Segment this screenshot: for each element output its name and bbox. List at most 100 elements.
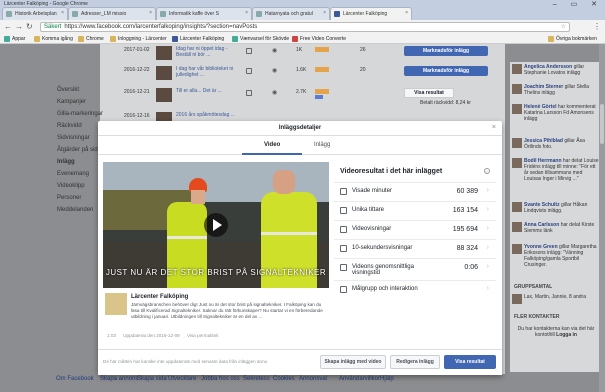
- dialog-title: Inläggsdetaljer: [98, 121, 502, 136]
- activity-sidebar: Angelica Andersson gillar Stephanie Lova…: [510, 62, 602, 372]
- login-link[interactable]: Logga in: [556, 332, 577, 338]
- close-icon[interactable]: ×: [405, 10, 408, 16]
- info-icon[interactable]: i: [484, 168, 490, 174]
- tab-5-active[interactable]: Lärcenter Falköping ×: [330, 7, 412, 20]
- post-title[interactable]: 2016 års spåkmötesdag ...: [176, 112, 236, 118]
- close-icon[interactable]: ×: [245, 10, 248, 16]
- promote-post-button[interactable]: Marknadsför inlägg: [404, 46, 488, 56]
- video-stats-panel: Videoresultat i det här inlägget i Visad…: [334, 162, 496, 300]
- avatar: [512, 294, 522, 304]
- bookmark-vaervarsel[interactable]: Vænvarsel för Skövde: [232, 36, 289, 42]
- video-duration: 1:03: [107, 333, 116, 338]
- tab-2[interactable]: Adresser_LM missio ×: [68, 7, 156, 20]
- stat-videovisningar[interactable]: Videovisningar 195 694 ›: [334, 220, 496, 239]
- post-meta: 1:03 Uppdaterat den 2016-12-09 Visa perm…: [107, 333, 225, 338]
- bookmark-inloggning[interactable]: Inloggning - Lärcenter: [110, 36, 167, 42]
- activity-item[interactable]: Helenè Görtel har kommenterat Katarina L…: [512, 104, 600, 122]
- bookmark-video-converter[interactable]: Free Video Converte: [292, 36, 346, 42]
- promote-post-button[interactable]: Marknadsför inlägg: [404, 66, 488, 76]
- close-icon[interactable]: ×: [149, 10, 152, 16]
- footer-link[interactable]: Annonsval: [299, 376, 327, 382]
- audience-icon: [340, 286, 347, 293]
- post-title[interactable]: I dag har vår biblioteket ni julledighet…: [176, 66, 236, 78]
- tab-1[interactable]: Historik Arbetsplan ×: [2, 7, 68, 20]
- page-scrollbar[interactable]: [599, 44, 605, 392]
- post-type-icon: [246, 68, 252, 74]
- play-icon[interactable]: [204, 213, 228, 237]
- bookmark-star-icon[interactable]: ☆: [561, 23, 566, 30]
- footer-link[interactable]: Sekretess: [243, 376, 270, 382]
- close-icon[interactable]: ×: [492, 124, 496, 131]
- scrollbar-thumb[interactable]: [600, 104, 604, 144]
- footer-link[interactable]: Utvecklare: [168, 376, 196, 382]
- reload-icon[interactable]: ↻: [26, 22, 33, 31]
- stat-genomsnittlig-visningstid[interactable]: Videons genomsnittliga visningstid 0:06 …: [334, 258, 496, 280]
- active-tab-indicator: [242, 153, 302, 155]
- close-icon[interactable]: ×: [323, 10, 326, 16]
- metrics-note: De här måtten har kanske inte uppdaterat…: [103, 359, 268, 364]
- footer-link[interactable]: Skapa sida: [137, 376, 167, 382]
- stat-unika-tittare[interactable]: Unika tittare 163 154 ›: [334, 201, 496, 220]
- back-arrow-icon[interactable]: ←: [4, 22, 12, 31]
- tab-inlagg[interactable]: Inlägg: [314, 142, 330, 148]
- avatar: [512, 244, 522, 254]
- post-title[interactable]: Idag har ni öppet idag - Beställ ni bör …: [176, 46, 236, 58]
- tab-4[interactable]: Hatarnyata och gratul ×: [252, 7, 330, 20]
- stat-10-sekundersvisningar[interactable]: 10-sekundersvisningar 88 324 ›: [334, 239, 496, 258]
- forward-arrow-icon[interactable]: →: [15, 22, 23, 31]
- bookmark-komma-igang[interactable]: Komma igång: [34, 36, 73, 42]
- activity-item[interactable]: Bodil Herrmann har delat Louise Fridéns …: [512, 158, 600, 182]
- groupchat-item[interactable]: Lax, Martin, Jannie, 8 andra: [512, 294, 600, 304]
- footer-link[interactable]: Användarvillkor: [339, 376, 380, 382]
- permalink-link[interactable]: Visa permalänk: [187, 333, 219, 338]
- secure-label: Säkert: [44, 24, 62, 30]
- tab-strip: Historik Arbetsplan × Adresser_LM missio ×…: [0, 7, 605, 20]
- footer-link[interactable]: Jobba hos oss: [201, 376, 240, 382]
- tab-favicon: [160, 11, 166, 17]
- stat-value: 163 154: [452, 207, 478, 214]
- tab-label: Lärcenter Falköping: [343, 11, 388, 17]
- activity-item[interactable]: Jessica Pihlblad gillar Åsa Örtlinds fot…: [512, 138, 600, 150]
- menu-icon[interactable]: ⋮: [593, 22, 601, 31]
- updated-date: Uppdaterat den 2016-12-09: [123, 333, 180, 338]
- post-type-icon: [246, 48, 252, 54]
- tab-video[interactable]: Video: [264, 142, 280, 148]
- activity-item[interactable]: Anna Carlsson har delat Kirste Siemms lä…: [512, 222, 600, 234]
- stat-visade-minuter[interactable]: Visade minuter 60 389 ›: [334, 182, 496, 201]
- avatar: [512, 222, 522, 232]
- bookmark-other[interactable]: Övriga bokmärken: [548, 36, 597, 42]
- stat-malgrupp[interactable]: Målgrupp och interaktion ›: [334, 280, 496, 299]
- contacts-text: Du har kontakterna kan via det här konto…: [512, 326, 600, 338]
- tab-3[interactable]: Informatik kaffe över S ×: [156, 7, 252, 20]
- contacts-heading: FLER KONTAKTER: [514, 314, 560, 320]
- close-icon[interactable]: ×: [61, 10, 64, 16]
- folder-icon: [548, 36, 554, 42]
- bookmark-apps[interactable]: Appar: [4, 36, 25, 42]
- activity-item[interactable]: Svante Schultz gillar Håkan Lindqvists i…: [512, 202, 600, 214]
- footer-link[interactable]: Skapa annons: [100, 376, 138, 382]
- url-input[interactable]: Säkert https://www.facebook.com/larcenter…: [40, 22, 570, 32]
- chevron-right-icon: ›: [486, 187, 489, 194]
- create-post-with-video-button[interactable]: Skapa inlägg med video: [320, 355, 386, 369]
- bookmark-label: Övriga bokmärken: [556, 36, 597, 42]
- footer-link[interactable]: Om Facebook: [56, 376, 94, 382]
- edit-post-button[interactable]: Redigera inlägg: [390, 355, 440, 369]
- video-frame: [273, 170, 295, 194]
- footer-link[interactable]: Cookies: [273, 376, 295, 382]
- view-results-button[interactable]: Visa resultat: [404, 88, 454, 98]
- view-results-button[interactable]: Visa resultat: [444, 355, 496, 369]
- folder-icon: [34, 36, 40, 42]
- video-player[interactable]: JUST NU ÄR DET STOR BRIST PÅ SIGNALTEKNI…: [103, 162, 329, 288]
- activity-item[interactable]: Yvonne Green gillar Margaretha Erikssons…: [512, 244, 600, 268]
- stat-value: 88 324: [456, 245, 478, 252]
- paid-reach-bar: [315, 95, 323, 99]
- activity-item[interactable]: Angelica Andersson gillar Stephanie Lova…: [512, 64, 600, 76]
- activity-item[interactable]: Joachim Sterner gillar Stella Thelins in…: [512, 84, 600, 96]
- globe-icon: ◉: [272, 90, 278, 96]
- footer-link[interactable]: Hjälp: [380, 376, 394, 382]
- post-title[interactable]: Till er alla... Det är ...: [176, 88, 236, 94]
- page-name[interactable]: Lärcenter Falköping: [131, 294, 188, 300]
- play-icon: [340, 226, 347, 233]
- bookmark-chrome[interactable]: Chrome: [78, 36, 104, 42]
- bookmark-larcenter[interactable]: Lärcenter Falköping: [172, 36, 224, 42]
